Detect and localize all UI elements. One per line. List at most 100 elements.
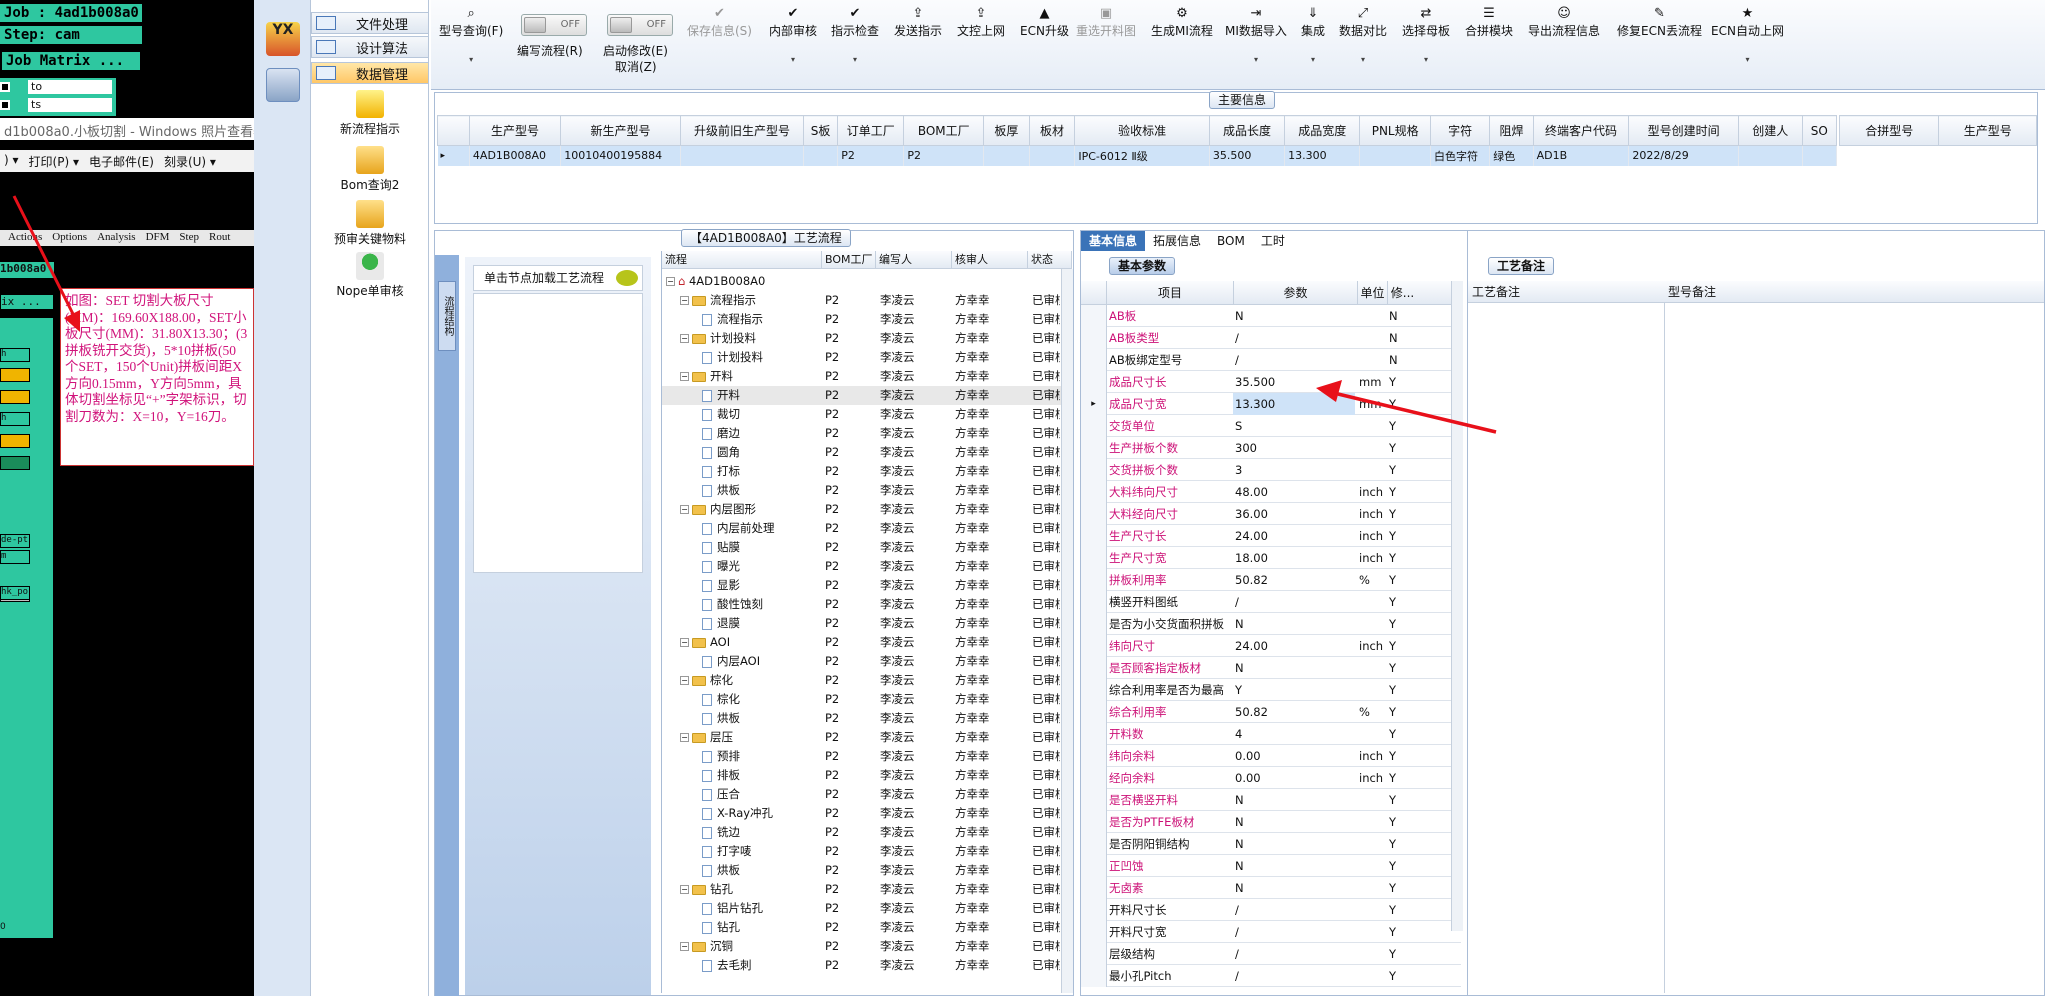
tree-leaf-row[interactable]: 烘板 P2 李凌云 方幸幸 已审核 — [662, 481, 1072, 500]
cam-layer-cell[interactable] — [0, 434, 30, 448]
param-cell-value[interactable]: 300 — [1235, 437, 1355, 459]
tab-bom[interactable]: BOM — [1209, 231, 1253, 251]
param-cell-value[interactable]: S — [1235, 415, 1355, 437]
cam-field-ts[interactable]: ts — [28, 98, 112, 112]
cam-menu-step[interactable]: Step — [179, 231, 199, 245]
param-cell-value[interactable]: 50.82 — [1235, 701, 1355, 723]
cam-layer-cell[interactable]: h — [0, 348, 30, 362]
param-row[interactable]: 是否为PTFE板材 N Y — [1081, 811, 1461, 833]
tab-work-hours[interactable]: 工时 — [1253, 231, 1293, 251]
tree-leaf-row[interactable]: 压合 P2 李凌云 方幸幸 已审核 — [662, 785, 1072, 804]
main-info-col-header[interactable]: SO — [1801, 115, 1838, 146]
param-row[interactable]: 生产尺寸长 24.00 inch Y — [1081, 525, 1461, 547]
table-cell[interactable] — [983, 145, 1030, 166]
toolbar-reselect-cut-map[interactable]: ▣ 重选开料图 — [1076, 6, 1136, 39]
tab-extended-info[interactable]: 拓展信息 — [1145, 231, 1209, 251]
process-load-hint[interactable]: 单击节点加载工艺流程 — [473, 265, 643, 291]
toggle-start-edit[interactable]: OFF — [607, 14, 673, 36]
table-cell[interactable]: 4AD1B008A0 — [469, 145, 562, 166]
nav-item-key-materials[interactable]: 预审关键物料 — [311, 200, 429, 247]
toolbar-cancel-label[interactable]: 取消(Z) — [615, 58, 657, 75]
remark-col-process[interactable]: 工艺备注 — [1472, 281, 1520, 303]
tree-folder-row[interactable]: − 计划投料 P2 李凌云 方幸幸 已审核 — [662, 329, 1072, 348]
param-row[interactable]: 交货单位 S Y — [1081, 415, 1461, 437]
param-cell-value[interactable]: 48.00 — [1235, 481, 1355, 503]
main-info-col-header[interactable]: BOM工厂 — [903, 115, 985, 146]
param-row[interactable]: 开料数 4 Y — [1081, 723, 1461, 745]
param-row[interactable]: ▸ 成品尺寸宽 13.300 mm Y — [1081, 393, 1461, 415]
tree-folder-row[interactable]: − AOI P2 李凌云 方幸幸 已审核 — [662, 633, 1072, 652]
param-cell-value[interactable]: 24.00 — [1235, 635, 1355, 657]
collapse-icon[interactable]: − — [680, 676, 689, 685]
tree-leaf-row[interactable]: 预排 P2 李凌云 方幸幸 已审核 — [662, 747, 1072, 766]
main-info-col-header[interactable]: 板材 — [1028, 115, 1076, 146]
table-cell[interactable]: 绿色 — [1489, 145, 1534, 166]
tree-leaf-row[interactable]: 裁切 P2 李凌云 方幸幸 已审核 — [662, 405, 1072, 424]
tree-folder-row[interactable]: − 层压 P2 李凌云 方幸幸 已审核 — [662, 728, 1072, 747]
tree-leaf-row[interactable]: 流程指示 P2 李凌云 方幸幸 已审核 — [662, 310, 1072, 329]
main-info-col-header[interactable]: 字符 — [1430, 115, 1491, 146]
param-row[interactable]: 经向余料 0.00 inch Y — [1081, 767, 1461, 789]
collapse-icon[interactable]: − — [680, 942, 689, 951]
param-row[interactable]: 综合利用率 50.82% Y — [1081, 701, 1461, 723]
param-row[interactable]: 开料尺寸长 / Y — [1081, 899, 1461, 921]
tree-col-header[interactable]: 状态 — [1028, 251, 1072, 269]
toolbar-doc-online[interactable]: ⇪ 文控上网 — [957, 6, 1005, 39]
table-cell[interactable]: 白色字符 — [1430, 145, 1491, 166]
param-cell-value[interactable]: / — [1235, 349, 1355, 371]
tree-leaf-row[interactable]: 开料 P2 李凌云 方幸幸 已审核 — [662, 386, 1072, 405]
param-cell-value[interactable]: / — [1235, 899, 1355, 921]
table-cell[interactable] — [1738, 145, 1803, 166]
tree-root[interactable]: − ⌂ 4AD1B008A0 — [662, 272, 1072, 291]
cam-layer-cell[interactable] — [0, 390, 30, 404]
tree-col-header[interactable]: BOM工厂 — [822, 251, 876, 269]
table-cell[interactable]: 35.500 — [1209, 145, 1286, 166]
param-cell-value[interactable]: N — [1235, 657, 1355, 679]
yx-logo-icon[interactable]: YX — [266, 22, 300, 56]
remark-model-input[interactable] — [1666, 305, 2042, 991]
nav-button-design-algorithm[interactable]: 设计算法 — [311, 36, 429, 58]
param-cell-value[interactable]: 13.300 — [1233, 393, 1355, 415]
cam-checkbox[interactable] — [0, 82, 10, 92]
param-row[interactable]: 开料尺寸宽 / Y — [1081, 921, 1461, 943]
cam-layer-cell[interactable]: m — [0, 550, 30, 564]
param-row[interactable]: 综合利用率是否为最高 Y Y — [1081, 679, 1461, 701]
nav-item-nope-review[interactable]: Nope单审核 — [311, 252, 429, 299]
table-cell[interactable] — [680, 145, 805, 166]
toolbar-save-info[interactable]: ✔ 保存信息(S) — [687, 6, 752, 39]
cam-menu-dfm[interactable]: DFM — [146, 231, 170, 245]
toolbar-export-process-info[interactable]: ☺ 导出流程信息 — [1528, 6, 1600, 39]
toolbar-merge-module[interactable]: ☰ 合拼模块 — [1465, 6, 1513, 39]
tree-leaf-row[interactable]: 钻孔 P2 李凌云 方幸幸 已审核 — [662, 918, 1072, 937]
table-cell[interactable] — [1802, 145, 1838, 166]
table-cell[interactable]: IPC-6012 Ⅱ级 — [1074, 145, 1210, 166]
param-row[interactable]: 纬向尺寸 24.00 inch Y — [1081, 635, 1461, 657]
tree-leaf-row[interactable]: 酸性蚀刻 P2 李凌云 方幸幸 已审核 — [662, 595, 1072, 614]
toolbar-start-edit-label[interactable]: 启动修改(E) — [603, 42, 668, 59]
param-row[interactable]: 生产尺寸宽 18.00 inch Y — [1081, 547, 1461, 569]
table-cell[interactable] — [803, 145, 839, 166]
table-cell[interactable]: AD1B — [1533, 145, 1630, 166]
calendar-car-icon[interactable] — [266, 68, 300, 102]
tree-leaf-row[interactable]: 排板 P2 李凌云 方幸幸 已审核 — [662, 766, 1072, 785]
param-cell-value[interactable]: / — [1235, 921, 1355, 943]
main-info-col-header[interactable]: 订单工厂 — [837, 115, 905, 146]
cam-matrix-short[interactable]: ix ... — [0, 294, 54, 310]
cam-menu-analysis[interactable]: Analysis — [97, 231, 136, 245]
tree-folder-row[interactable]: − 沉铜 P2 李凌云 方幸幸 已审核 — [662, 937, 1072, 956]
table-cell[interactable]: P2 — [837, 145, 905, 166]
nav-button-data-management[interactable]: 数据管理 — [311, 62, 429, 84]
collapse-icon[interactable]: − — [680, 885, 689, 894]
main-info-col-header[interactable]: 升级前旧生产型号 — [679, 115, 805, 146]
tree-leaf-row[interactable]: 棕化 P2 李凌云 方幸幸 已审核 — [662, 690, 1072, 709]
param-row[interactable]: AB板 N N — [1081, 305, 1461, 327]
tree-folder-row[interactable]: − 棕化 P2 李凌云 方幸幸 已审核 — [662, 671, 1072, 690]
param-cell-value[interactable]: 36.00 — [1235, 503, 1355, 525]
param-row[interactable]: 交货拼板个数 3 Y — [1081, 459, 1461, 481]
main-info-col-header[interactable]: 阻焊 — [1489, 115, 1534, 146]
param-cell-value[interactable]: 3 — [1235, 459, 1355, 481]
toolbar-fix-ecn-lost-process[interactable]: ✎ 修复ECN丢流程 — [1617, 6, 1702, 39]
table-cell[interactable]: 10010400195884 — [560, 145, 681, 166]
basic-col-header[interactable]: 项目 — [1107, 281, 1233, 305]
toolbar-mi-import[interactable]: ⇥ MI数据导入 ▾ — [1225, 6, 1287, 64]
